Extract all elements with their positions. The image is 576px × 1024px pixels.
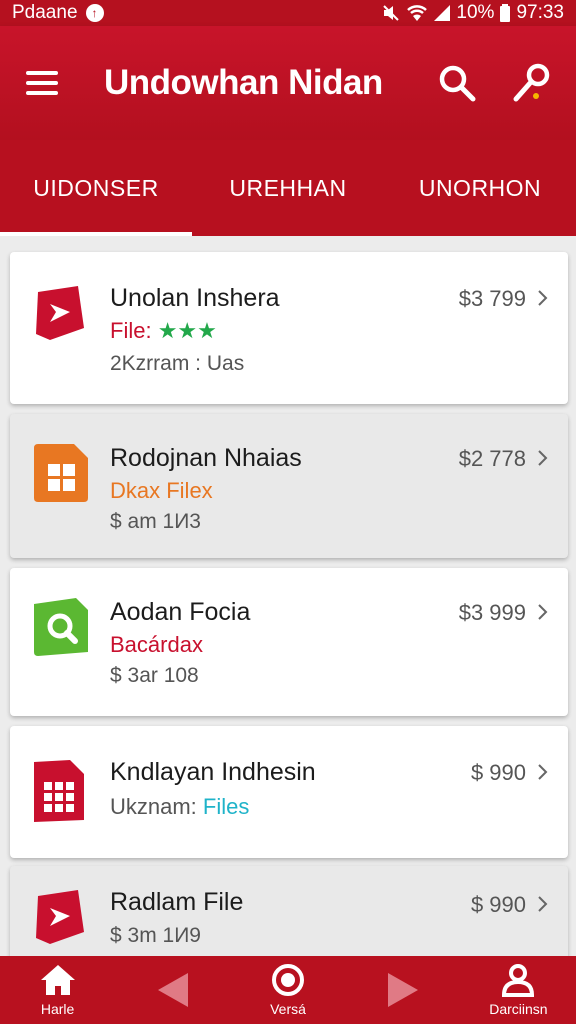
battery-label: 10%	[456, 2, 495, 23]
item-subtitle: File: ★★★	[110, 318, 217, 343]
time-label: 97:33	[516, 2, 564, 23]
list-item[interactable]: Aodan Focia Bacárdax $ 3ar 108 $3 999	[10, 568, 568, 716]
bottom-nav: Harle Versá Darciinsn	[0, 956, 576, 1024]
item-meta: $ am 1И3	[110, 510, 201, 533]
item-subtitle: Dkax Filex	[110, 478, 213, 503]
list-item[interactable]: Kndlayan Indhesin Ukznam: Files $ 990	[10, 726, 568, 858]
chevron-right-icon	[538, 896, 548, 912]
search-icon[interactable]	[438, 64, 476, 102]
rating-stars: ★★★	[157, 318, 217, 343]
item-title: Unolan Inshera	[110, 284, 280, 312]
list-item[interactable]: Rodojnan Nhaias Dkax Filex $ am 1И3 $2 7…	[10, 414, 568, 558]
forward-arrow-icon	[388, 973, 419, 1007]
back-arrow-icon	[157, 973, 188, 1007]
item-title: Radlam File	[110, 888, 244, 916]
document-file-icon	[34, 444, 88, 502]
nav-record-label: Versá	[270, 1001, 306, 1017]
nav-home-label: Harle	[40, 1001, 75, 1017]
item-subtitle: Bacárdax	[110, 632, 203, 657]
carrier-label: Pdaane	[12, 2, 78, 23]
nav-profile[interactable]: Darciinsn	[461, 956, 576, 1024]
nav-record[interactable]: Versá	[230, 956, 345, 1024]
signal-icon	[434, 5, 451, 21]
wifi-icon	[407, 5, 428, 21]
item-title: Rodojnan Nhaias	[110, 444, 302, 472]
list-item[interactable]: Unolan Inshera File: ★★★ 2Kzrram : Uas $…	[10, 252, 568, 404]
notification-icon: ↑	[85, 4, 104, 22]
key-icon[interactable]	[512, 63, 550, 103]
item-meta: $ 3ar 108	[110, 664, 199, 687]
pdf-file-icon	[36, 890, 84, 944]
app-bar: Undowhan Nidan	[0, 26, 576, 140]
files-link[interactable]: Files	[203, 794, 249, 819]
profile-icon	[502, 964, 535, 997]
nav-back[interactable]	[115, 956, 230, 1024]
tab-urehhan[interactable]: UREHHAN	[192, 140, 384, 236]
tab-unorhon[interactable]: UNORHON	[384, 140, 576, 236]
chevron-right-icon	[538, 290, 548, 306]
nav-forward[interactable]	[346, 956, 461, 1024]
item-price: $3 999	[458, 600, 526, 625]
pdf-file-icon	[36, 286, 84, 340]
chevron-right-icon	[538, 764, 548, 780]
home-icon	[40, 965, 75, 995]
tab-uidonser[interactable]: UIDONSER	[0, 140, 192, 236]
chevron-right-icon	[538, 604, 548, 620]
nav-home[interactable]: Harle	[0, 956, 115, 1024]
item-price: $ 990	[470, 892, 526, 917]
menu-icon[interactable]	[26, 71, 58, 95]
item-meta: $ 3m 1И9	[110, 924, 201, 947]
search-file-icon	[34, 598, 88, 656]
item-price: $ 990	[470, 760, 526, 785]
mute-icon	[383, 5, 400, 21]
status-bar: Pdaane ↑ 10% 97:33	[0, 0, 576, 26]
item-subtitle: Ukznam: Files	[110, 794, 250, 819]
item-title: Kndlayan Indhesin	[110, 758, 316, 786]
item-title: Aodan Focia	[110, 598, 251, 626]
record-icon	[272, 964, 304, 996]
item-meta: 2Kzrram : Uas	[110, 352, 245, 375]
item-price: $2 778	[458, 446, 526, 471]
tab-bar: UIDONSER UREHHAN UNORHON	[0, 140, 576, 236]
nav-profile-label: Darciinsn	[489, 1001, 548, 1017]
chevron-right-icon	[538, 450, 548, 466]
battery-icon	[500, 4, 511, 22]
list-item[interactable]: Radlam File $ 3m 1И9 $ 990	[10, 866, 568, 966]
app-title: Undowhan Nidan	[104, 63, 383, 102]
spreadsheet-file-icon	[34, 760, 84, 822]
item-price: $3 799	[458, 286, 526, 311]
